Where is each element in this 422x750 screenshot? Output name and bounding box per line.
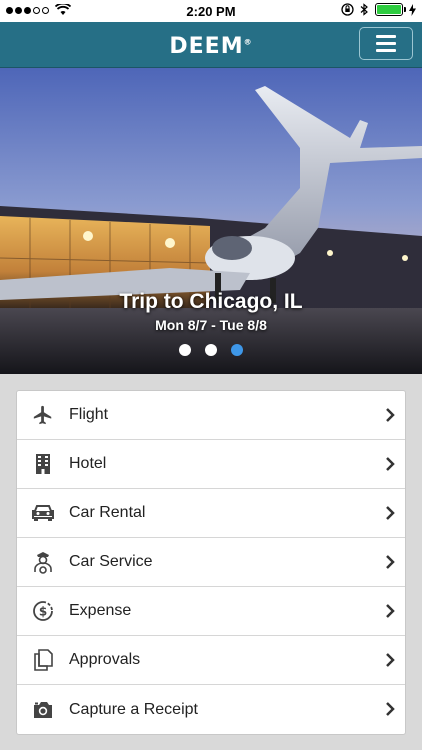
hamburger-icon — [376, 35, 396, 38]
status-right — [341, 3, 416, 16]
main-menu-list: Flight Hotel Car Rental Car Service $ Ex… — [16, 390, 406, 735]
menu-item-label: Hotel — [69, 455, 107, 472]
camera-icon — [34, 701, 52, 718]
documents-icon — [34, 649, 53, 671]
carousel-dot[interactable] — [205, 344, 217, 356]
menu-item-car-service[interactable]: Car Service — [17, 538, 405, 587]
menu-item-flight[interactable]: Flight — [17, 391, 405, 440]
charging-icon — [409, 3, 416, 16]
hamburger-menu-button[interactable] — [359, 27, 413, 60]
bluetooth-icon — [360, 3, 368, 16]
chauffeur-icon — [34, 552, 52, 574]
status-bar: 2:20 PM — [0, 0, 422, 22]
menu-item-label: Car Service — [69, 553, 153, 570]
menu-item-car-rental[interactable]: Car Rental — [17, 489, 405, 538]
chevron-right-icon — [386, 653, 395, 667]
menu-item-label: Capture a Receipt — [69, 700, 198, 718]
chevron-right-icon — [386, 555, 395, 569]
menu-item-expense[interactable]: $ Expense — [17, 587, 405, 636]
airplane-icon — [33, 405, 52, 425]
menu-item-label: Approvals — [69, 651, 141, 668]
hero-carousel[interactable]: Trip to Chicago, IL Mon 8/7 - Tue 8/8 — [0, 68, 422, 374]
menu-item-label: Car Rental — [69, 504, 146, 521]
carousel-indicators — [0, 344, 422, 356]
car-icon — [32, 505, 54, 521]
menu-item-approvals[interactable]: Approvals — [17, 636, 405, 685]
building-icon — [36, 454, 50, 474]
menu-item-capture-receipt[interactable]: Capture a Receipt — [17, 685, 405, 734]
trip-title: Trip to Chicago, IL — [119, 290, 303, 313]
menu-item-hotel[interactable]: Hotel — [17, 440, 405, 489]
chevron-right-icon — [386, 702, 395, 716]
menu-item-label: Expense — [69, 602, 132, 619]
dollar-cycle-icon: $ — [33, 601, 53, 621]
menu-item-label: Flight — [69, 406, 109, 423]
trip-dates: Mon 8/7 - Tue 8/8 — [155, 317, 267, 333]
battery-icon — [375, 3, 406, 16]
carousel-dot-active[interactable] — [231, 344, 243, 356]
app-header: DEEM® — [0, 22, 422, 68]
svg-text:$: $ — [39, 605, 47, 619]
carousel-dot[interactable] — [179, 344, 191, 356]
chevron-right-icon — [386, 604, 395, 618]
chevron-right-icon — [386, 457, 395, 471]
chevron-right-icon — [386, 506, 395, 520]
chevron-right-icon — [386, 408, 395, 422]
orientation-lock-icon — [341, 3, 354, 16]
